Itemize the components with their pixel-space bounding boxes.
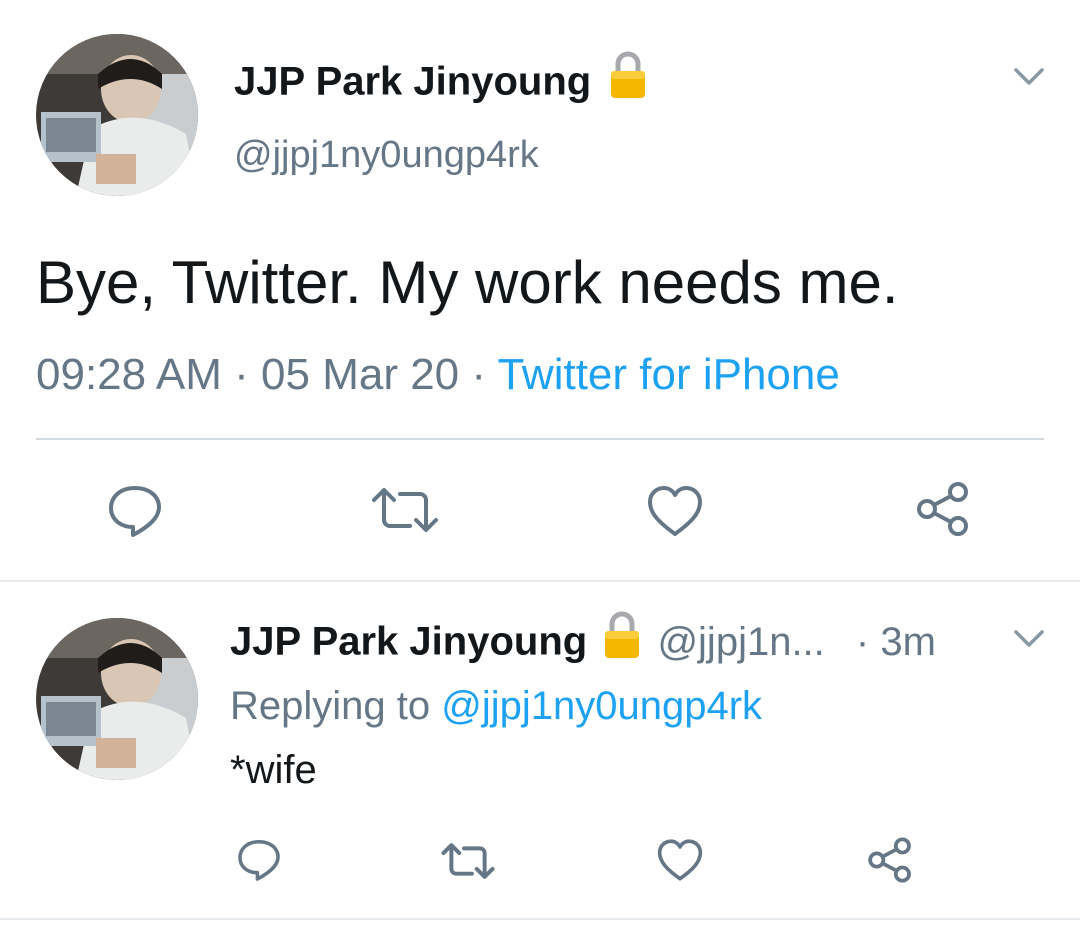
reply-icon[interactable]: [236, 838, 282, 882]
meta-divider: [36, 438, 1044, 440]
tweet-meta: 09:28 AM · 05 Mar 20 · Twitter for iPhon…: [36, 350, 840, 400]
share-icon[interactable]: [914, 480, 972, 538]
tweet-text: Bye, Twitter. My work needs me.: [36, 249, 899, 316]
reply-icon[interactable]: [106, 484, 164, 538]
reply-author-handle[interactable]: @jjpj1n...: [657, 620, 824, 664]
lock-icon: [608, 50, 648, 110]
tweet-time: 09:28 AM: [36, 350, 222, 399]
replying-to-handle[interactable]: @jjpj1ny0ungp4rk: [441, 684, 762, 728]
chevron-down-icon[interactable]: [1012, 64, 1046, 90]
meta-separator: ·: [234, 350, 249, 399]
retweet-icon[interactable]: [440, 842, 496, 880]
tweet-date: 05 Mar 20: [261, 350, 460, 399]
replying-to-line: Replying to @jjpj1ny0ungp4rk: [230, 684, 762, 729]
author-handle[interactable]: @jjpj1ny0ungp4rk: [234, 134, 539, 177]
author-name[interactable]: JJP Park Jinyoung: [234, 51, 648, 110]
tweet-source[interactable]: Twitter for iPhone: [497, 350, 839, 399]
reply-header: JJP Park Jinyoung @jjpj1n... · 3m: [230, 611, 936, 670]
chevron-down-icon[interactable]: [1012, 626, 1046, 652]
lock-icon: [602, 610, 642, 670]
reply-text: *wife: [230, 748, 317, 792]
heart-icon[interactable]: [656, 838, 704, 882]
tweet-divider: [0, 918, 1080, 920]
author-name-text: JJP Park Jinyoung: [234, 59, 592, 104]
author-avatar[interactable]: [36, 34, 198, 196]
meta-separator: ·: [471, 350, 487, 399]
reply-age: · 3m: [855, 619, 936, 664]
heart-icon[interactable]: [646, 484, 704, 538]
replying-to-label: Replying to: [230, 684, 431, 728]
reply-author-avatar[interactable]: [36, 618, 198, 780]
tweet-divider: [0, 580, 1080, 582]
retweet-icon[interactable]: [370, 486, 440, 534]
reply-author-name[interactable]: JJP Park Jinyoung: [230, 620, 587, 664]
share-icon[interactable]: [866, 836, 914, 884]
